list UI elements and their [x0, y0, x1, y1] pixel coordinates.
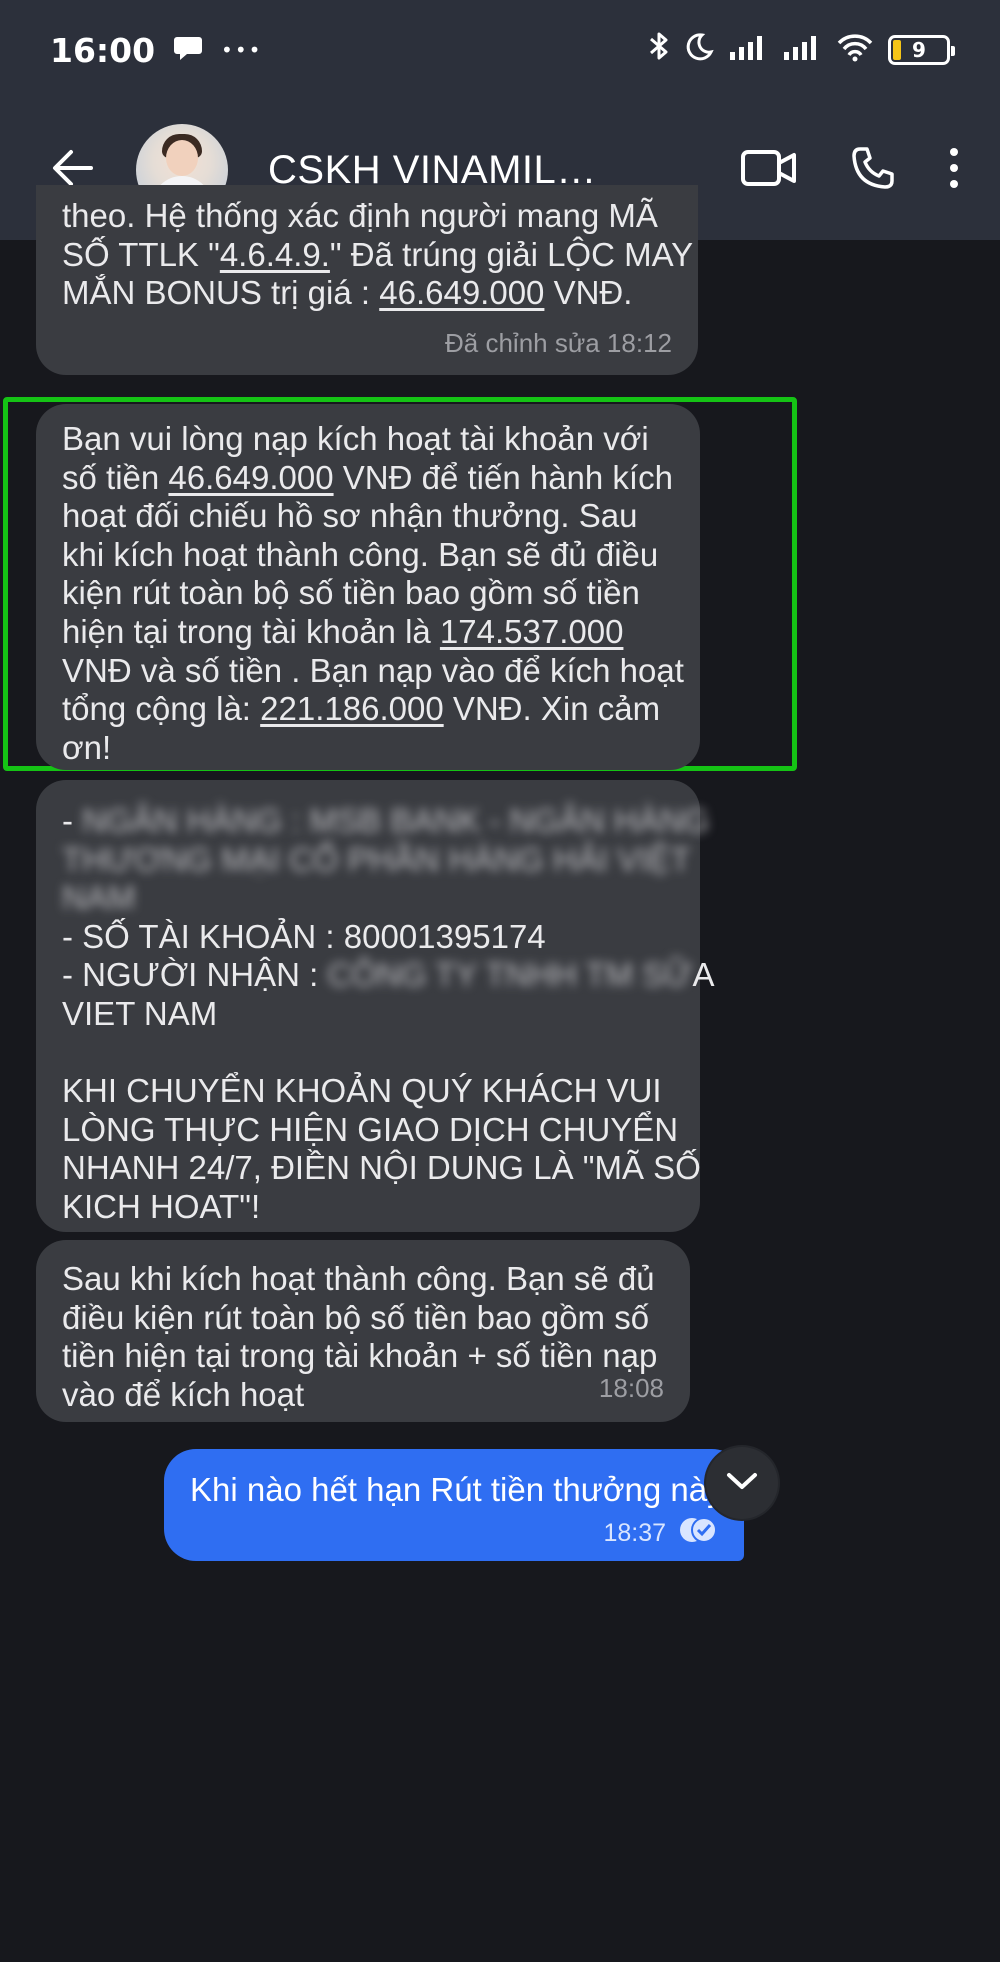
- status-time: 16:00: [50, 30, 156, 70]
- message-segment: MẮN BONUS trị giá :: [62, 274, 380, 312]
- message-segment: - NGƯỜI NHẬN :: [62, 956, 328, 994]
- message-segment: VNĐ và số tiền . Bạn nạp vào để kích hoạ…: [62, 651, 684, 689]
- chat-bubble-icon: [173, 31, 203, 70]
- chevron-down-icon: [726, 1471, 758, 1495]
- redacted-text: THƯƠNG MẠI CỔ PHẦN HÀNG HẢI VIỆT: [62, 840, 691, 878]
- message-segment: VNĐ để tiến hành kích: [333, 458, 673, 496]
- received-message-2[interactable]: Bạn vui lòng nạp kích hoạt tài khoản với…: [36, 404, 700, 770]
- video-call-icon: [740, 148, 798, 192]
- sent-message[interactable]: Khi nào hết hạn Rút tiền thưởng này 18:3…: [164, 1449, 744, 1561]
- message-line: - NGƯỜI NHẬN : CÔNG TY TNHH TM SỮA: [62, 956, 714, 995]
- message-line: kiện rút toàn bộ số tiền bao gồm số tiền: [62, 574, 674, 613]
- redacted-text: NAM: [62, 879, 136, 917]
- signal-icon-2: [782, 31, 822, 70]
- message-segment: [62, 1034, 71, 1071]
- message-segment: SỐ TTLK ": [62, 235, 220, 273]
- message-segment: VNĐ.: [544, 274, 633, 312]
- message-segment: LÒNG THỰC HIỆN GIAO DỊCH CHUYỂN: [62, 1110, 679, 1148]
- redacted-text: CÔNG TY TNHH TM SỮ: [327, 956, 693, 994]
- underlined-value: 46.649.000: [168, 458, 334, 496]
- more-options-button[interactable]: [948, 146, 960, 194]
- moon-icon: [684, 31, 714, 70]
- message-line: KICH HOAT"!: [62, 1188, 674, 1227]
- message-segment: NHANH 24/7, ĐIỀN NỘI DUNG LÀ "MÃ SỐ: [62, 1149, 701, 1187]
- message-segment: hiện tại trong tài khoản là: [62, 612, 440, 650]
- sent-message-time: 18:37: [603, 1519, 666, 1547]
- underlined-value: 174.537.000: [439, 612, 624, 650]
- message-segment: điều kiện rút toàn bộ số tiền bao gồm số: [62, 1298, 650, 1336]
- message-line: - NGÂN HÀNG : MSB BANK - NGÂN HÀNG: [62, 802, 709, 841]
- message-segment: tổng cộng là:: [62, 690, 261, 728]
- message-line: hoạt đối chiếu hồ sơ nhận thưởng. Sau: [62, 497, 674, 536]
- message-segment: kiện rút toàn bộ số tiền bao gồm số tiền: [62, 574, 640, 612]
- message-line: vào để kích hoạt: [62, 1376, 664, 1415]
- message-line: KHI CHUYỂN KHOẢN QUÝ KHÁCH VUI: [62, 1072, 674, 1111]
- message-segment: VIET NAM: [62, 994, 218, 1032]
- message-line: LÒNG THỰC HIỆN GIAO DỊCH CHUYỂN: [62, 1111, 678, 1150]
- message-line: Sau khi kích hoạt thành công. Bạn sẽ đủ: [62, 1260, 664, 1299]
- status-bar: 16:00 ••• 9: [0, 0, 1000, 100]
- message-line: [62, 1034, 674, 1073]
- message-text: Sau khi kích hoạt thành công. Bạn sẽ đủ đ…: [62, 1260, 664, 1414]
- message-line: số tiền 46.649.000 VNĐ để tiến hành kích: [62, 459, 674, 498]
- message-line: ơn!: [62, 729, 674, 768]
- signal-icon: [728, 31, 768, 70]
- battery-icon: 9: [888, 35, 955, 65]
- phone-icon: [850, 145, 896, 195]
- video-call-button[interactable]: [740, 148, 798, 192]
- message-segment: VNĐ. Xin cảm: [443, 690, 661, 728]
- message-line: NAM: [62, 879, 674, 918]
- message-segment: -: [62, 802, 83, 839]
- underlined-value: 221.186.000: [260, 690, 444, 728]
- message-line: VNĐ và số tiền . Bạn nạp vào để kích hoạ…: [62, 652, 684, 691]
- received-message-3[interactable]: - NGÂN HÀNG : MSB BANK - NGÂN HÀNG THƯƠNG…: [36, 780, 714, 1232]
- message-line: THƯƠNG MẠI CỔ PHẦN HÀNG HẢI VIỆT: [62, 841, 691, 880]
- more-vert-icon: [948, 146, 960, 194]
- underlined-value: 46.649.000: [379, 274, 545, 312]
- message-text: - NGÂN HÀNG : MSB BANK - NGÂN HÀNG THƯƠNG…: [62, 802, 714, 1227]
- message-line: tổng cộng là: 221.186.000 VNĐ. Xin cảm: [62, 690, 674, 729]
- message-segment: " Đã trúng giải LỘC MAY: [329, 235, 694, 273]
- message-segment: số tiền: [62, 458, 169, 496]
- scroll-to-bottom-button[interactable]: [706, 1447, 778, 1519]
- message-segment: Bạn vui lòng nạp kích hoạt tài khoản với: [62, 420, 649, 457]
- message-line: VIET NAM: [62, 995, 674, 1034]
- message-segment: - SỐ TÀI KHOẢN : 80001395174: [62, 917, 546, 955]
- message-meta: Đã chỉnh sửa 18:12: [445, 328, 672, 359]
- more-notifications-dots: •••: [221, 38, 263, 62]
- wifi-icon: [836, 31, 874, 70]
- voice-call-button[interactable]: [850, 145, 896, 195]
- message-text: Bạn vui lòng nạp kích hoạt tài khoản với…: [62, 420, 684, 768]
- battery-level: 9: [912, 38, 926, 62]
- message-segment: ơn!: [62, 728, 112, 766]
- message-line: - SỐ TÀI KHOẢN : 80001395174: [62, 918, 674, 957]
- message-meta: 18:08: [598, 1373, 664, 1404]
- received-message-1[interactable]: theo. Hệ thống xác định người mang MÃ SỐ …: [36, 185, 698, 375]
- message-line: hiện tại trong tài khoản là 174.537.000: [62, 613, 674, 652]
- redacted-text: NGÂN HÀNG : MSB BANK - NGÂN HÀNG: [82, 802, 710, 839]
- bluetooth-icon: [648, 30, 670, 70]
- message-segment: theo. Hệ thống xác định người mang MÃ: [62, 197, 658, 234]
- message-line: NHANH 24/7, ĐIỀN NỘI DUNG LÀ "MÃ SỐ: [62, 1149, 701, 1188]
- message-line: điều kiện rút toàn bộ số tiền bao gồm số: [62, 1299, 664, 1338]
- message-line: theo. Hệ thống xác định người mang MÃ: [62, 197, 672, 236]
- message-segment: tiền hiện tại trong tài khoản + số tiền …: [62, 1337, 658, 1375]
- double-check-icon: [678, 1516, 718, 1551]
- sent-message-text: Khi nào hết hạn Rút tiền thưởng này: [190, 1471, 724, 1508]
- message-segment: A: [692, 956, 715, 994]
- message-segment: vào để kích hoạt: [62, 1375, 305, 1413]
- message-line: MẮN BONUS trị giá : 46.649.000 VNĐ.: [62, 274, 672, 313]
- message-segment: Sau khi kích hoạt thành công. Bạn sẽ đủ: [62, 1260, 655, 1297]
- message-line: Bạn vui lòng nạp kích hoạt tài khoản với: [62, 420, 674, 459]
- message-segment: KHI CHUYỂN KHOẢN QUÝ KHÁCH VUI: [62, 1072, 662, 1110]
- message-segment: KICH HOAT"!: [62, 1187, 261, 1225]
- message-text: theo. Hệ thống xác định người mang MÃ SỐ …: [62, 197, 693, 313]
- message-line: khi kích hoạt thành công. Bạn sẽ đủ điều: [62, 536, 674, 575]
- message-segment: khi kích hoạt thành công. Bạn sẽ đủ điều: [62, 535, 659, 573]
- message-line: SỐ TTLK "4.6.4.9." Đã trúng giải LỘC MAY: [62, 235, 693, 275]
- message-line: tiền hiện tại trong tài khoản + số tiền …: [62, 1337, 664, 1376]
- underlined-value: 4.6.4.9.: [219, 235, 330, 273]
- received-message-4[interactable]: Sau khi kích hoạt thành công. Bạn sẽ đủ đ…: [36, 1240, 690, 1422]
- message-segment: hoạt đối chiếu hồ sơ nhận thưởng. Sau: [62, 497, 638, 535]
